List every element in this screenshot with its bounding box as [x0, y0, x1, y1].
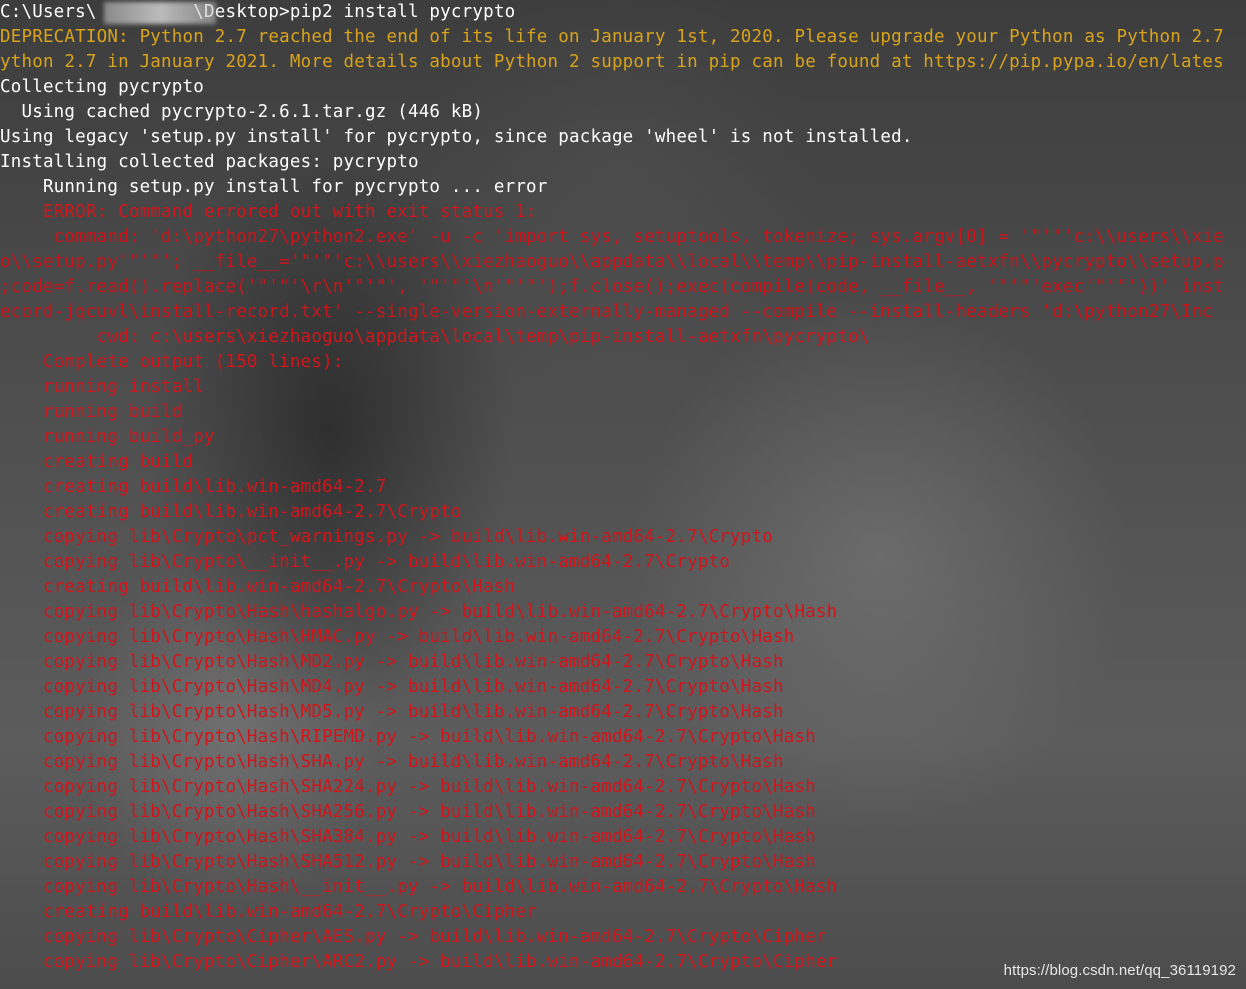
error-command-line: ecord-jqcuvl\install-record.txt' --singl… [0, 302, 1214, 322]
output-line: Using cached pycrypto-2.6.1.tar.gz (446 … [0, 102, 484, 122]
error-command-line: command: 'd:\python27\python2.exe' -u -c… [0, 227, 1224, 247]
error-output-line: copying lib\Crypto\Hash\SHA384.py -> bui… [0, 827, 816, 847]
error-output-line: copying lib\Crypto\Hash\hashalgo.py -> b… [0, 602, 838, 622]
error-output-line: copying lib\Crypto\__init__.py -> build\… [0, 552, 731, 572]
error-output-line: copying lib\Crypto\Hash\SHA224.py -> bui… [0, 777, 816, 797]
error-output-line: copying lib\Crypto\Hash\HMAC.py -> build… [0, 627, 795, 647]
error-output-line: creating build\lib.win-amd64-2.7\Crypto\… [0, 902, 537, 922]
output-line: Installing collected packages: pycrypto [0, 152, 419, 172]
watermark-url: https://blog.csdn.net/qq_36119192 [1003, 962, 1236, 979]
error-output-line: running build [0, 402, 183, 422]
error-output-line: running install [0, 377, 204, 397]
deprecation-warning-line-1: DEPRECATION: Python 2.7 reached the end … [0, 27, 1224, 47]
prompt-line: C:\Users\ \Desktop>pip2 install pycrypto [0, 2, 516, 22]
redacted-username [104, 2, 216, 24]
output-line: Using legacy 'setup.py install' for pycr… [0, 127, 913, 147]
error-output-line: running build_py [0, 427, 215, 447]
error-output-line: copying lib\Crypto\Hash\SHA512.py -> bui… [0, 852, 816, 872]
error-cwd-line: cwd: c:\users\xiezhaoguo\appdata\local\t… [0, 327, 870, 347]
error-output-line: copying lib\Crypto\Cipher\AES.py -> buil… [0, 927, 827, 947]
error-header-line: ERROR: Command errored out with exit sta… [0, 202, 537, 222]
error-output-line: copying lib\Crypto\Hash\RIPEMD.py -> bui… [0, 727, 816, 747]
error-output-line: copying lib\Crypto\Hash\MD2.py -> build\… [0, 652, 784, 672]
error-output-line: copying lib\Crypto\Hash\SHA256.py -> bui… [0, 802, 816, 822]
error-output-line: Complete output (150 lines): [0, 352, 344, 372]
error-output-line: copying lib\Crypto\Hash\SHA.py -> build\… [0, 752, 784, 772]
output-line: Collecting pycrypto [0, 77, 204, 97]
error-output-line: copying lib\Crypto\Hash\MD4.py -> build\… [0, 677, 784, 697]
error-output-line: copying lib\Crypto\Cipher\ARC2.py -> bui… [0, 952, 838, 972]
terminal-window[interactable]: C:\Users\ \Desktop>pip2 install pycrypto… [0, 0, 1246, 989]
output-line: Running setup.py install for pycrypto ..… [0, 177, 548, 197]
error-output-line: copying lib\Crypto\Hash\MD5.py -> build\… [0, 702, 784, 722]
error-output-line: copying lib\Crypto\pct_warnings.py -> bu… [0, 527, 773, 547]
error-output-line: copying lib\Crypto\Hash\__init__.py -> b… [0, 877, 838, 897]
error-output-line: creating build\lib.win-amd64-2.7\Crypto [0, 502, 462, 522]
error-output-line: creating build\lib.win-amd64-2.7 [0, 477, 387, 497]
error-command-line: o\\setup.py'"'"'; __file__='"'"'c:\\user… [0, 252, 1224, 272]
deprecation-warning-line-2: ython 2.7 in January 2021. More details … [0, 52, 1224, 72]
error-output-line: creating build [0, 452, 194, 472]
error-output-line: creating build\lib.win-amd64-2.7\Crypto\… [0, 577, 516, 597]
error-command-line: ;code=f.read().replace('"'"'\r\n'"'"', '… [0, 277, 1224, 297]
